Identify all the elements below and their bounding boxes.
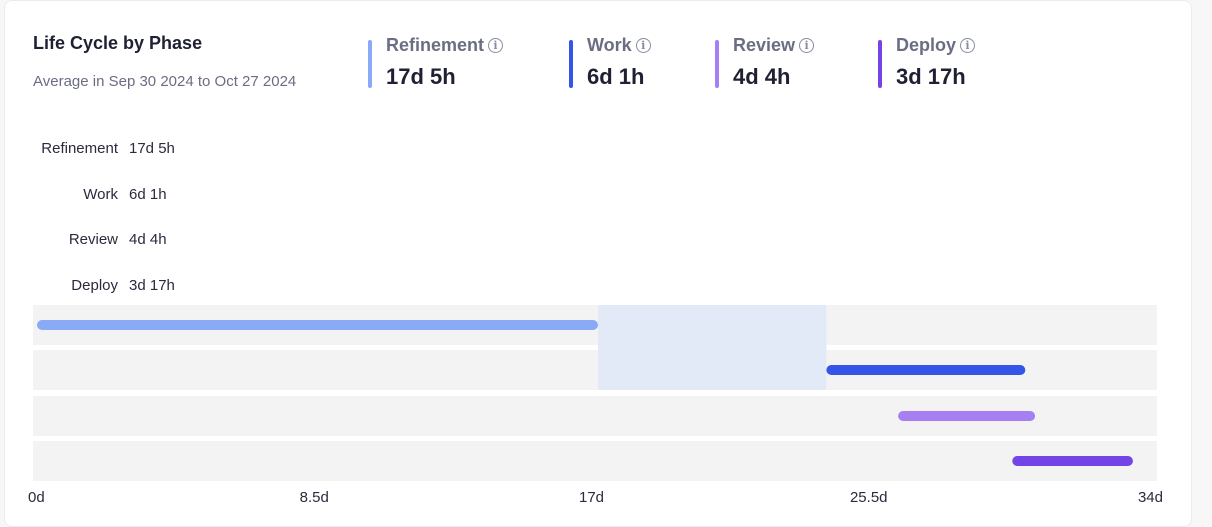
x-tick-label: 25.5d — [850, 489, 888, 506]
gap-highlight — [598, 305, 827, 390]
page: Life Cycle by Phase Average in Sep 30 20… — [0, 0, 1212, 527]
bar-review — [898, 411, 1036, 421]
x-tick-label: 8.5d — [300, 489, 329, 506]
bar-refinement — [37, 320, 599, 330]
x-tick-label: 0d — [28, 489, 45, 506]
x-tick-label: 34d — [1138, 489, 1163, 506]
row-track — [33, 441, 1157, 481]
bar-work — [826, 365, 1026, 375]
x-tick-label: 17d — [579, 489, 604, 506]
bar-deploy — [1012, 456, 1133, 466]
phase-timeline-chart: 0d 8.5d 17d 25.5d 34d — [28, 305, 1163, 506]
